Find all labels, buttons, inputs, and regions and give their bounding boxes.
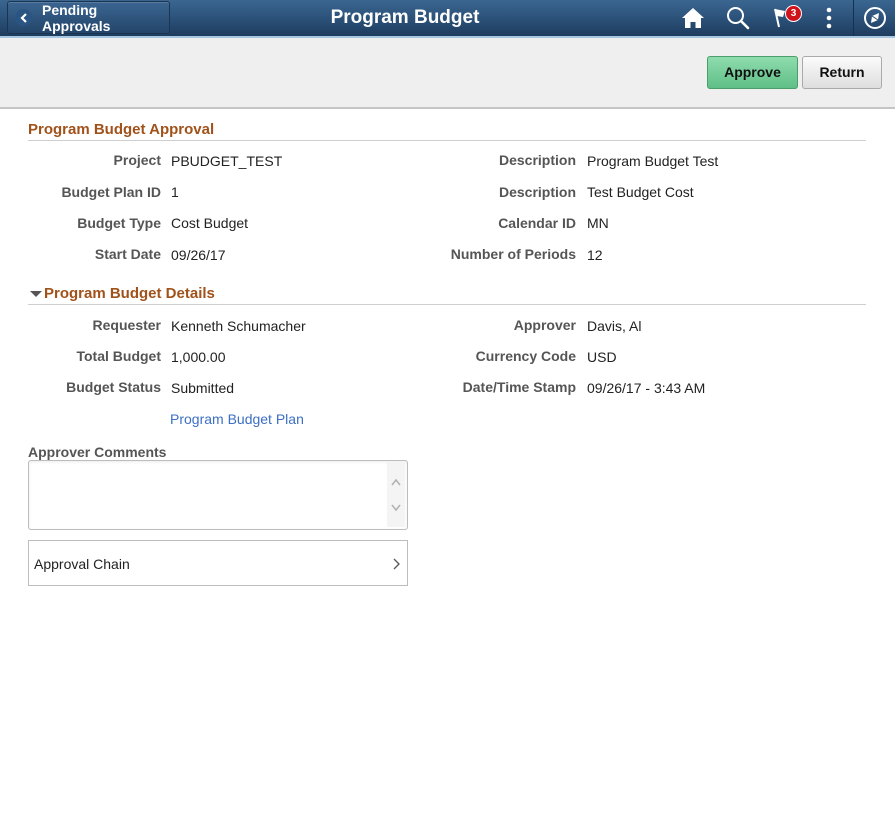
header-banner: Pending Approvals Program Budget 3	[0, 0, 895, 38]
program-budget-plan-link[interactable]: Program Budget Plan	[170, 411, 304, 427]
field-value-description-1: Program Budget Test	[587, 153, 719, 169]
search-icon[interactable]	[725, 5, 751, 31]
back-button-pending-approvals[interactable]: Pending Approvals	[7, 1, 170, 34]
notification-count-badge: 3	[785, 5, 802, 22]
chevron-left-icon	[15, 9, 32, 26]
field-label-project: Project	[113, 152, 161, 168]
comments-scrollbar[interactable]	[387, 462, 405, 527]
approval-chain-label: Approval Chain	[34, 556, 130, 572]
field-label-budget-plan-id: Budget Plan ID	[61, 184, 161, 200]
field-label-description-1: Description	[498, 152, 576, 168]
section-title-approval: Program Budget Approval	[28, 121, 866, 141]
navbar-compass-icon[interactable]	[862, 5, 888, 31]
field-value-total-budget: 1,000.00	[171, 349, 226, 365]
header-divider	[853, 0, 854, 36]
scroll-up-icon	[391, 478, 401, 486]
field-value-budget-plan-id: 1	[171, 184, 179, 200]
section-title-details: Program Budget Details	[44, 285, 215, 302]
return-button[interactable]: Return	[802, 56, 882, 89]
field-label-approver: Approver	[513, 317, 576, 333]
home-icon[interactable]	[680, 5, 706, 31]
field-label-budget-status: Budget Status	[66, 379, 161, 395]
field-value-budget-status: Submitted	[171, 380, 235, 396]
field-label-datetime-stamp: Date/Time Stamp	[462, 379, 576, 395]
back-button-label: Pending Approvals	[42, 1, 111, 34]
field-value-number-of-periods: 12	[587, 247, 603, 263]
chevron-right-icon	[393, 557, 401, 573]
field-value-start-date: 09/26/17	[171, 247, 226, 263]
field-value-approver: Davis, Al	[587, 318, 642, 334]
actions-menu-icon[interactable]	[817, 5, 841, 31]
field-value-budget-type: Cost Budget	[171, 215, 249, 231]
field-value-project: PBUDGET_TEST	[171, 153, 283, 169]
field-label-calendar-id: Calendar ID	[498, 215, 576, 231]
approver-comments-input[interactable]	[28, 460, 408, 530]
field-label-requester: Requester	[92, 317, 161, 333]
field-value-currency-code: USD	[587, 349, 617, 365]
page-title: Program Budget	[330, 7, 480, 28]
section-toggle-details[interactable]: Program Budget Details	[28, 285, 866, 305]
action-toolbar: Approve Return	[0, 38, 895, 109]
field-value-datetime-stamp: 09/26/17 - 3:43 AM	[587, 380, 706, 396]
field-label-currency-code: Currency Code	[475, 348, 576, 364]
field-label-number-of-periods: Number of Periods	[450, 246, 576, 262]
field-label-start-date: Start Date	[94, 246, 161, 262]
field-label-total-budget: Total Budget	[76, 348, 161, 364]
caret-down-icon	[30, 291, 42, 297]
approval-chain-row[interactable]: Approval Chain	[28, 540, 408, 586]
field-label-budget-type: Budget Type	[77, 215, 161, 231]
scroll-down-icon	[391, 504, 401, 512]
field-value-calendar-id: MN	[587, 215, 609, 231]
approver-comments-label: Approver Comments	[28, 444, 167, 460]
field-label-description-2: Description	[498, 184, 576, 200]
field-value-requester: Kenneth Schumacher	[171, 318, 306, 334]
approve-button[interactable]: Approve	[707, 56, 798, 89]
field-value-description-2: Test Budget Cost	[587, 184, 694, 200]
